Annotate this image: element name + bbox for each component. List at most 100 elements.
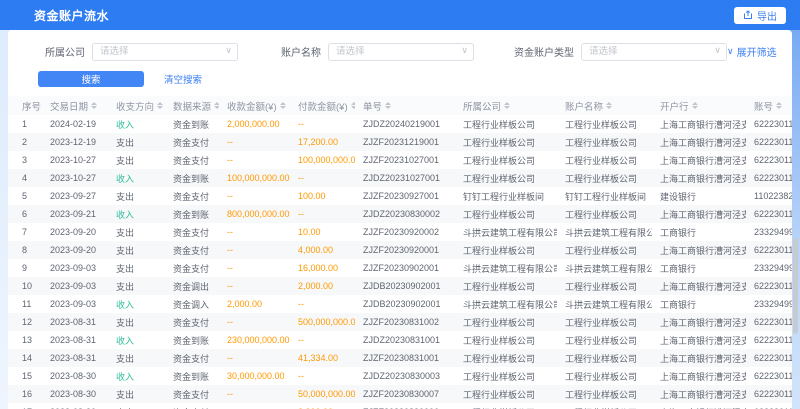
account-type-select[interactable]: ∨	[581, 41, 727, 61]
flow-table-wrapper: 序号交易日期收支方向数据来源收款金额(¥) 付款金额(¥)单号所属公司账户名称开户…	[8, 96, 792, 409]
col-header-pay[interactable]: 付款金额(¥)	[290, 96, 355, 115]
cell-date: 2023-09-21	[42, 205, 108, 223]
cell-direction: 支出	[108, 259, 165, 277]
cell-date: 2023-08-31	[42, 331, 108, 349]
account-name-select-input[interactable]	[328, 43, 474, 61]
col-header-order[interactable]: 单号	[355, 96, 455, 115]
cell-receive: --	[219, 187, 290, 205]
cell-order: ZJDB20230902001	[355, 277, 455, 295]
sort-caret-icon[interactable]	[351, 102, 355, 110]
cell-no: 8	[8, 241, 42, 259]
table-row: 82023-09-20支出资金支付--4,000.00ZJZF202309200…	[8, 241, 792, 259]
search-button[interactable]: 搜索	[38, 71, 144, 87]
table-row: 162023-08-30支出资金支付--50,000,000.00ZJZF202…	[8, 385, 792, 403]
vertical-scrollbar[interactable]	[793, 238, 798, 334]
col-header-company[interactable]: 所属公司	[455, 96, 557, 115]
table-row: 112023-09-03收入资金调入2,000.00--ZJDB20230902…	[8, 295, 792, 313]
cell-account_no: 622230111	[746, 205, 792, 223]
page-title: 资金账户流水	[34, 7, 109, 24]
cell-order: ZJZF20230902001	[355, 259, 455, 277]
cell-direction: 支出	[108, 313, 165, 331]
sort-caret-icon[interactable]	[504, 102, 510, 110]
table-row: 32023-10-27支出资金支付--100,000,000.00ZJZF202…	[8, 151, 792, 169]
content-card: 所属公司 ∨ 账户名称 ∨ 资金账户类型 ∨	[8, 30, 792, 409]
cell-account_no: 622230111	[746, 349, 792, 367]
cell-order: ZJZF20230927001	[355, 187, 455, 205]
filter-account-name-label: 账户名称	[281, 44, 321, 59]
sort-caret-icon[interactable]	[91, 102, 97, 110]
table-row: 52023-09-27支出资金支付--100.00ZJZF20230927001…	[8, 187, 792, 205]
expand-filter-link[interactable]: ∨ 展开筛选	[727, 44, 777, 59]
cell-source: 资金到账	[165, 115, 219, 133]
table-row: 92023-09-03支出资金支付--16,000.00ZJZF20230902…	[8, 259, 792, 277]
col-header-direction[interactable]: 收支方向	[108, 96, 165, 115]
sort-caret-icon[interactable]	[214, 102, 219, 110]
sort-caret-icon[interactable]	[776, 102, 782, 110]
col-header-account_no[interactable]: 账号	[746, 96, 792, 115]
cell-source: 资金到账	[165, 367, 219, 385]
export-button-label: 导出	[757, 8, 777, 23]
cell-receive: --	[219, 241, 290, 259]
cell-pay: 50,000,000.00	[290, 385, 355, 403]
cell-receive: --	[219, 313, 290, 331]
cell-account_no: 622230111	[746, 169, 792, 187]
sort-caret-icon[interactable]	[606, 102, 612, 110]
table-row: 102023-09-03支出资金调出--2,000.00ZJDB20230902…	[8, 277, 792, 295]
sort-caret-icon[interactable]	[157, 102, 163, 110]
cell-account_no: 622230111	[746, 331, 792, 349]
cell-bank: 上海工商银行漕河泾支行	[652, 367, 746, 385]
cell-pay: 10.00	[290, 223, 355, 241]
cell-direction: 收入	[108, 169, 165, 187]
cell-company: 工程行业样板公司	[455, 331, 557, 349]
cell-date: 2023-08-31	[42, 349, 108, 367]
cell-no: 15	[8, 367, 42, 385]
account-name-select[interactable]: ∨	[328, 41, 474, 61]
clear-search-button[interactable]: 清空搜索	[154, 71, 212, 87]
col-header-date[interactable]: 交易日期	[42, 96, 108, 115]
cell-direction: 支出	[108, 349, 165, 367]
cell-pay: 16,000.00	[290, 259, 355, 277]
sort-caret-icon[interactable]	[385, 102, 391, 110]
cell-company: 斗拱云建筑工程有限公司	[455, 295, 557, 313]
cell-bank: 上海工商银行漕河泾支行	[652, 169, 746, 187]
company-select[interactable]: ∨	[92, 41, 238, 61]
cell-bank: 上海工商银行漕河泾支行	[652, 241, 746, 259]
cell-no: 7	[8, 223, 42, 241]
cell-receive: 230,000,000.00	[219, 331, 290, 349]
col-header-bank[interactable]: 开户行	[652, 96, 746, 115]
cell-order: ZJDZ20240219001	[355, 115, 455, 133]
col-header-source[interactable]: 数据来源	[165, 96, 219, 115]
cell-no: 4	[8, 169, 42, 187]
cell-order: ZJZF20230920001	[355, 241, 455, 259]
sort-caret-icon[interactable]	[280, 102, 286, 110]
account-type-select-input[interactable]	[581, 43, 727, 61]
cell-pay: 100,000,000.00	[290, 151, 355, 169]
cell-source: 资金调入	[165, 295, 219, 313]
cell-receive: 2,000,000.00	[219, 115, 290, 133]
cell-source: 资金调出	[165, 277, 219, 295]
col-header-receive[interactable]: 收款金额(¥)	[219, 96, 290, 115]
cell-direction: 收入	[108, 331, 165, 349]
cell-direction: 支出	[108, 241, 165, 259]
col-header-account[interactable]: 账户名称	[557, 96, 652, 115]
cell-account: 斗拱云建筑工程有限公司	[557, 295, 652, 313]
cell-account_no: 233294994	[746, 259, 792, 277]
cell-date: 2023-08-31	[42, 313, 108, 331]
company-select-input[interactable]	[92, 43, 238, 61]
sort-caret-icon[interactable]	[692, 102, 698, 110]
col-header-label: 序号	[22, 99, 41, 113]
cell-direction: 支出	[108, 277, 165, 295]
cell-order: ZJZF20230831001	[355, 349, 455, 367]
cell-account_no: 622230111	[746, 367, 792, 385]
cell-order: ZJZF20230830006	[355, 403, 455, 409]
col-header-label: 开户行	[660, 99, 689, 113]
cell-company: 工程行业样板公司	[455, 349, 557, 367]
cell-source: 资金支付	[165, 385, 219, 403]
cell-receive: 2,000.00	[219, 295, 290, 313]
col-header-label: 收款金额(¥)	[227, 99, 277, 113]
cell-account_no: 622230111	[746, 133, 792, 151]
cell-bank: 上海工商银行漕河泾支行	[652, 205, 746, 223]
export-button[interactable]: 导出	[734, 7, 786, 24]
cell-account: 工程行业样板公司	[557, 169, 652, 187]
cell-order: ZJDZ20230830003	[355, 367, 455, 385]
